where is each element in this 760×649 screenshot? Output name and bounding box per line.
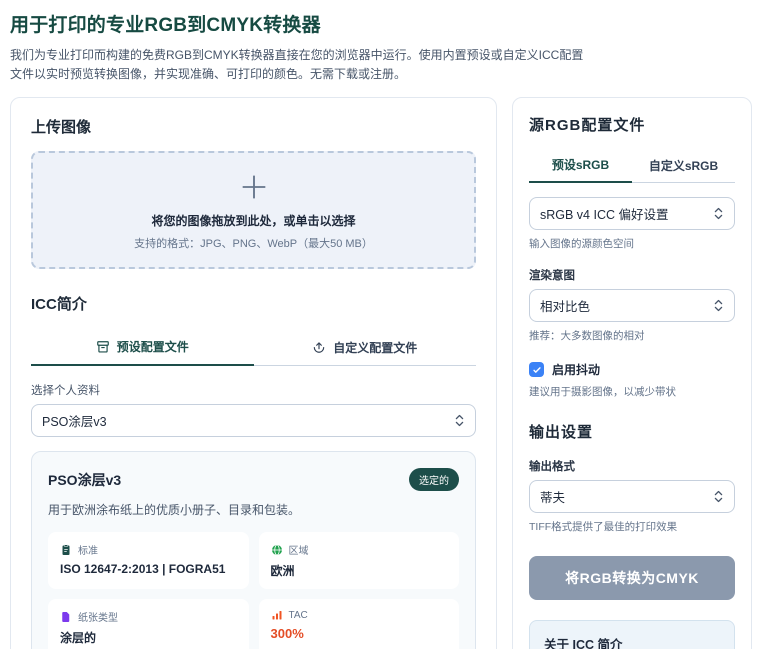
profile-card-title: PSO涂层v3 [48,471,122,488]
tile-value: 300% [270,626,304,642]
output-heading: 输出设置 [529,424,594,442]
chevron-updown-icon [714,300,723,312]
chevron-updown-icon [455,415,464,427]
subtitle-line-1: 我们为专业打印而构建的免费RGB到CMYK转换器直接在您的浏览器中运行。使用内置… [10,48,584,62]
chevron-updown-icon [714,208,723,220]
rgb-cmyk-converter-page: 用于打印的专业RGB到CMYK转换器 我们为专业打印而构建的免费RGB到CMYK… [0,0,760,649]
upload-heading: 上传图像 [31,119,92,137]
tab-custom-srgb[interactable]: 自定义sRGB [632,147,735,184]
format-label: 输出格式 [529,461,575,474]
archive-icon [96,340,109,353]
tile-tac: TAC 300% [258,599,459,649]
chevron-updown-icon [714,491,723,503]
page-title: 用于打印的专业RGB到CMYK转换器 [10,15,321,36]
tile-label: TAC [288,609,308,621]
profile-card-description: 用于欧洲涂布纸上的优质小册子、目录和包装。 [48,503,301,518]
tile-value: ISO 12647-2:2013 | FOGRA51 [60,562,226,577]
source-profile-hint: 输入图像的源颜色空间 [529,238,634,251]
convert-button[interactable]: 将RGB转换为CMYK [529,556,735,601]
format-hint: TIFF格式提供了最佳的打印效果 [529,521,678,534]
tab-preset-srgb[interactable]: 预设sRGB [529,147,632,184]
tab-preset-profiles[interactable]: 预设配置文件 [31,328,254,367]
settings-panel: 源RGB配置文件 预设sRGB 自定义sRGB sRGB v4 ICC 偏好设置… [512,97,752,649]
dither-label: 启用抖动 [552,363,601,378]
tile-label: 纸张类型 [78,613,118,625]
upload-icc-panel: 上传图像 将您的图像拖放到此处，或单击以选择 支持的格式：JPG、PNG、Web… [10,97,497,649]
source-rgb-heading: 源RGB配置文件 [529,117,646,135]
tile-paper-type: 纸张类型 涂层的 [48,599,249,649]
tab-label: 预设sRGB [551,158,610,173]
dither-hint: 建议用于摄影图像，以减少带状 [529,386,676,399]
srgb-tabs: 预设sRGB 自定义sRGB [529,147,735,184]
icc-heading: ICC简介 [31,296,87,314]
upload-icon [313,342,325,353]
about-icc-box: 关于 ICC 简介 ICC配置文件确保了不同打印设备和纸张类型的准确色彩再现。 [529,620,735,649]
image-dropzone[interactable]: 将您的图像拖放到此处，或单击以选择 支持的格式：JPG、PNG、WebP（最大5… [31,151,476,270]
tile-value: 涂层的 [60,631,97,646]
tab-label: 自定义配置文件 [333,340,418,355]
selected-badge: 选定的 [409,468,459,492]
tile-label: 区域 [288,546,309,558]
tile-label: 标准 [78,546,98,558]
tile-standard: 标准 ISO 12647-2:2013 | FOGRA51 [48,532,249,590]
intent-value: 相对比色 [540,300,591,315]
profile-select-value: PSO涂层v3 [42,415,107,430]
format-select[interactable]: 蒂夫 [529,480,735,514]
tile-region: 区域 欧洲 [258,532,459,590]
selected-profile-card: PSO涂层v3 选定的 用于欧洲涂布纸上的优质小册子、目录和包装。 标准 ISO… [31,451,476,649]
profile-select[interactable]: PSO涂层v3 [31,404,476,438]
tab-custom-profiles[interactable]: 自定义配置文件 [253,328,476,367]
check-icon [532,366,541,373]
page-subtitle: 我们为专业打印而构建的免费RGB到CMYK转换器直接在您的浏览器中运行。使用内置… [10,46,752,83]
tile-value: 欧洲 [270,564,295,579]
profile-select-label: 选择个人资料 [31,385,100,398]
source-profile-select[interactable]: sRGB v4 ICC 偏好设置 [529,197,735,231]
about-icc-title: 关于 ICC 简介 [544,638,623,649]
tab-label: 预设配置文件 [116,340,189,355]
tab-label: 自定义sRGB [648,158,719,173]
intent-hint: 推荐：大多数图像的相对 [529,330,645,343]
subtitle-line-2: 文件以实时预览转换图像，并实现准确、可打印的颜色。无需下载或注册。 [10,66,407,81]
globe-icon [271,544,282,556]
dropzone-formats: 支持的格式：JPG、PNG、WebP（最大50 MB） [134,237,373,250]
dither-checkbox[interactable] [529,362,544,378]
paper-icon [62,611,70,622]
plus-icon [242,175,265,199]
clipboard-icon [62,544,70,555]
source-profile-value: sRGB v4 ICC 偏好设置 [540,208,669,223]
intent-label: 渲染意图 [529,270,575,283]
dither-checkbox-row[interactable]: 启用抖动 [529,361,735,378]
dropzone-text: 将您的图像拖放到此处，或单击以选择 [151,213,356,228]
format-value: 蒂夫 [540,491,566,506]
bar-chart-icon [272,611,281,620]
profile-detail-tiles: 标准 ISO 12647-2:2013 | FOGRA51 区域 欧洲 纸张类型… [48,532,459,649]
intent-select[interactable]: 相对比色 [529,289,735,323]
icc-tabs: 预设配置文件 自定义配置文件 [31,328,476,367]
